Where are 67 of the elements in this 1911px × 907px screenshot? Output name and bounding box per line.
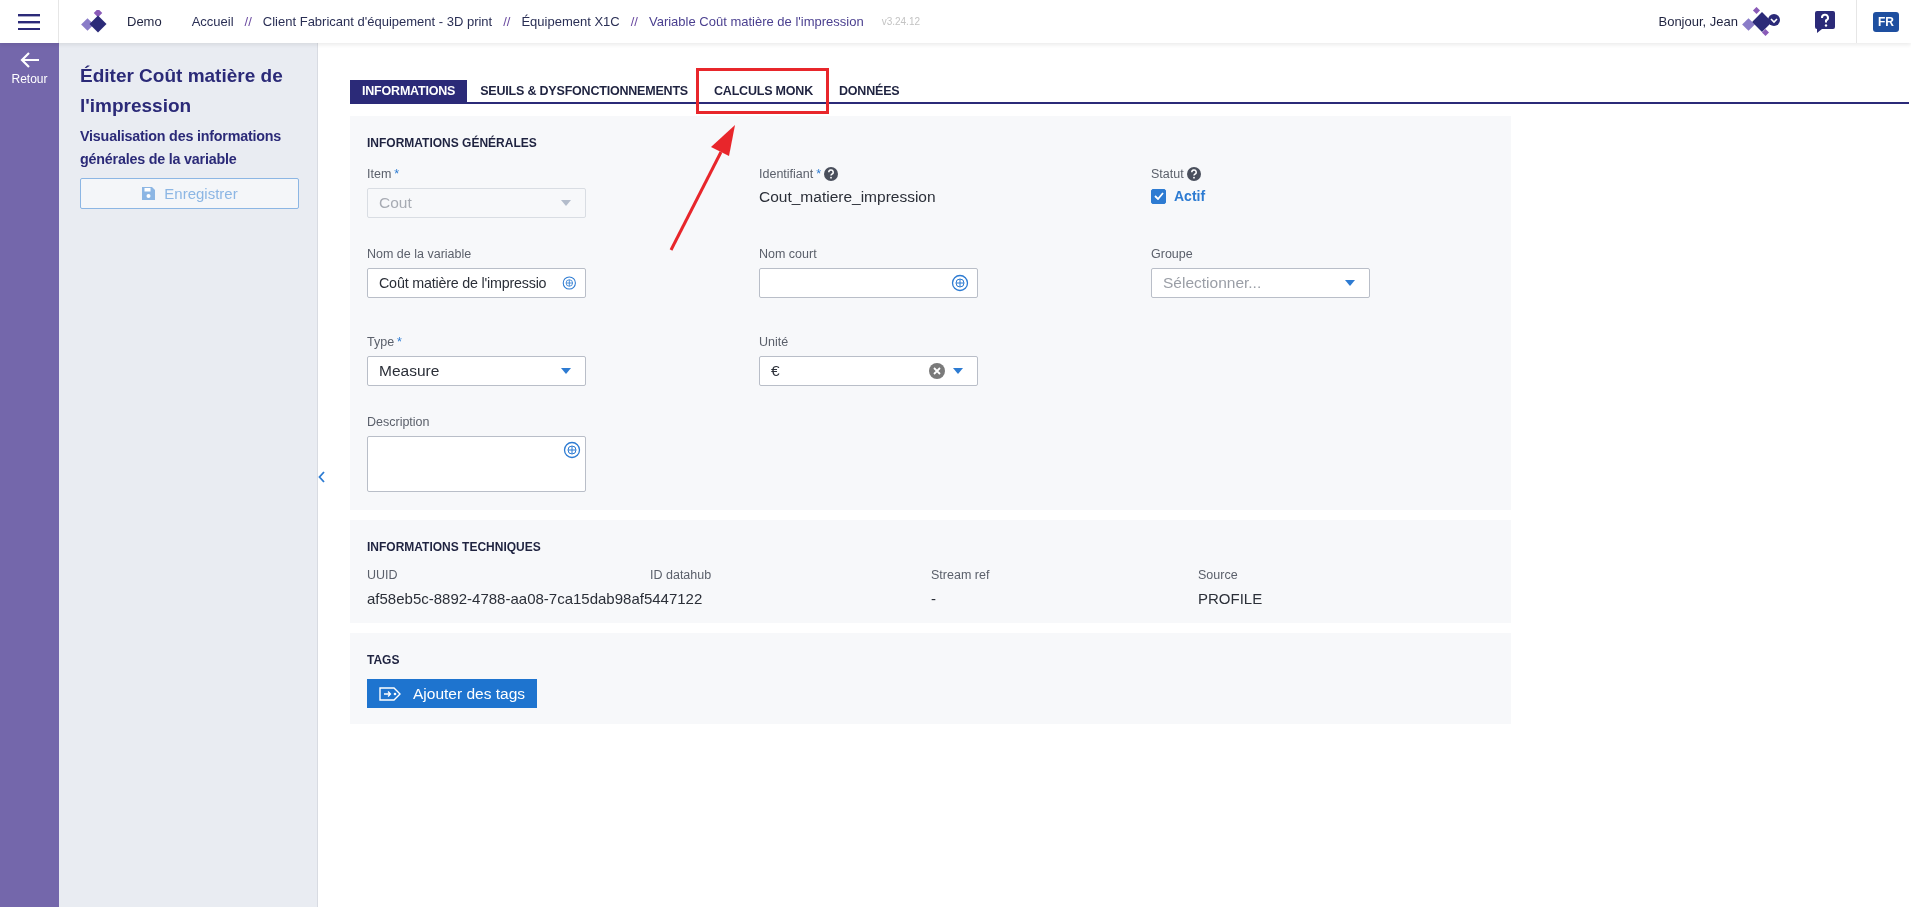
menu-icon[interactable] [18, 13, 40, 30]
back-button[interactable]: Retour [0, 43, 59, 86]
breadcrumb-separator: // [503, 14, 511, 29]
field-value: af58eb5c-8892-4788-aa08-7ca15dab98af5447122 [367, 590, 703, 607]
tab[interactable]: DONNÉES [826, 80, 913, 102]
identifier-value: Cout_matiere_impression [759, 188, 937, 206]
field-label: Type [367, 335, 395, 349]
collapse-chevron-icon[interactable] [318, 471, 326, 483]
breadcrumb-separator: // [630, 14, 638, 29]
text-field[interactable] [759, 268, 978, 298]
language-button[interactable]: FR [1873, 11, 1899, 32]
field-label: Nom court [759, 247, 817, 261]
user-logo-icon[interactable] [1742, 6, 1782, 37]
required-mark: * [397, 335, 402, 349]
field-label: Item [367, 167, 392, 181]
field-value: - [931, 590, 936, 607]
help-icon[interactable] [1814, 9, 1836, 34]
field-label: Statut [1151, 167, 1184, 181]
caret-icon [1345, 280, 1355, 286]
translate-icon[interactable] [563, 441, 581, 459]
field-label: Groupe [1151, 247, 1193, 261]
section-heading: INFORMATIONS GÉNÉRALES [367, 136, 538, 150]
tab[interactable]: CALCULS MONK [701, 80, 826, 102]
breadcrumb-separator: // [244, 14, 252, 29]
brand-name[interactable]: Demo [127, 14, 162, 29]
caret-icon [953, 368, 963, 374]
section-heading: INFORMATIONS TECHNIQUES [367, 540, 542, 554]
caret-icon [561, 368, 571, 374]
field-label: UUID [367, 568, 398, 582]
text-field[interactable]: Coût matière de l'impressio [367, 268, 586, 298]
user-greeting[interactable]: Bonjour, Jean [1658, 14, 1738, 29]
section-heading: TAGS [367, 653, 401, 667]
required-mark: * [394, 167, 400, 181]
breadcrumb-link[interactable]: Client Fabricant d'équipement - 3D print [262, 14, 493, 29]
add-tags-button[interactable]: Ajouter des tags [367, 679, 537, 708]
page-title: Éditer Coût matière de l'impression [80, 64, 284, 118]
back-arrow-icon [19, 51, 40, 69]
field-label: Source [1198, 568, 1238, 582]
caret-icon [561, 200, 571, 206]
field-label: ID datahub [650, 568, 712, 582]
floppy-icon [141, 186, 157, 201]
description-field[interactable] [367, 436, 586, 492]
field-label: Nom de la variable [367, 247, 472, 261]
field-label: Unité [759, 335, 789, 349]
tag-icon [379, 686, 401, 701]
field-label: Identifiant [759, 167, 814, 181]
select-field[interactable]: € [759, 356, 978, 386]
translate-icon[interactable] [562, 274, 577, 292]
breadcrumb-link[interactable]: Accueil [191, 14, 234, 29]
field-value: PROFILE [1198, 590, 1263, 607]
select-field[interactable]: Measure [367, 356, 586, 386]
breadcrumb-link[interactable]: Équipement X1C [521, 14, 620, 29]
logo-icon[interactable] [81, 9, 109, 34]
field-label: Stream ref [931, 568, 990, 582]
version-label: v3.24.12 [881, 16, 920, 27]
clear-icon[interactable] [929, 363, 945, 379]
required-mark: * [816, 167, 822, 181]
help-icon[interactable] [1186, 167, 1201, 181]
page-subtitle: Visualisation des informations générales de la variable [80, 127, 283, 169]
checkbox-label[interactable]: Actif [1174, 188, 1206, 204]
help-icon[interactable] [824, 167, 839, 181]
checkbox[interactable] [1151, 188, 1166, 204]
translate-icon[interactable] [951, 274, 969, 292]
breadcrumb-link[interactable]: Variable Coût matière de l'impression [648, 14, 864, 29]
tab[interactable]: SEUILS & DYSFONCTIONNEMENTS [467, 80, 701, 102]
tab[interactable]: INFORMATIONS [350, 80, 468, 102]
field-label: Description [367, 415, 430, 429]
